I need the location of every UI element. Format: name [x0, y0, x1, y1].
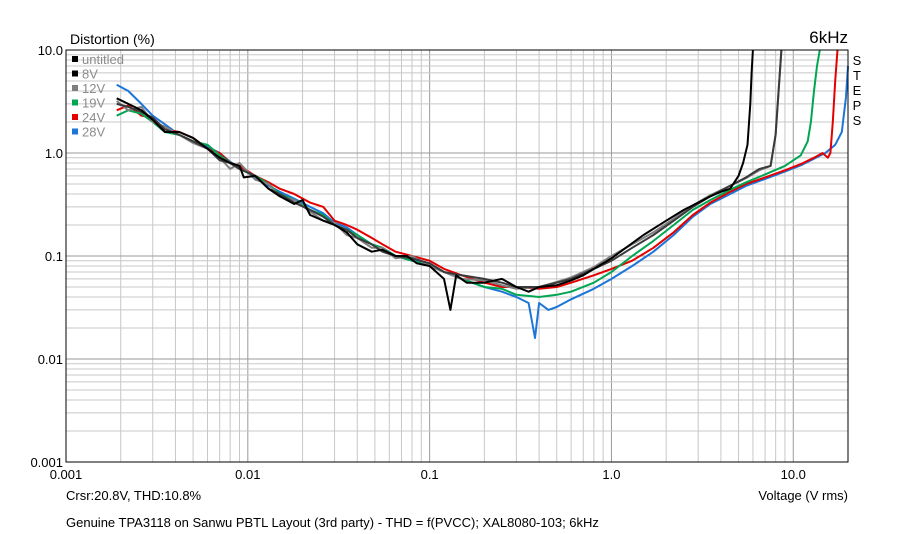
- thd-chart: 0.001 0.01 0.1 1.0 10.0 0.0010.010.11.010.0 …: [30, 28, 862, 530]
- legend-swatch: [72, 128, 78, 135]
- y-tick-label: 0.1: [45, 249, 63, 264]
- y-axis-label: Distortion (%): [70, 31, 155, 47]
- legend-label: 28V: [82, 125, 105, 140]
- chart-caption: Genuine TPA3118 on Sanwu PBTL Layout (3r…: [66, 515, 599, 530]
- x-axis-label: Voltage (V rms): [758, 488, 848, 503]
- legend-label: 24V: [82, 110, 105, 125]
- x-tick-label: 0.1: [421, 467, 439, 482]
- legend-label: untitled: [82, 52, 124, 67]
- steps-letter: S: [853, 53, 862, 68]
- frequency-label: 6kHz: [809, 28, 848, 47]
- legend-swatch: [72, 114, 78, 120]
- y-tick-label: 0.001: [30, 455, 63, 470]
- x-tick-labels: 0.001 0.01 0.1 1.0 10.0: [50, 467, 806, 482]
- steps-letter: T: [853, 68, 861, 83]
- steps-letter: S: [853, 113, 862, 128]
- cursor-readout: Crsr:20.8V, THD:10.8%: [66, 488, 202, 503]
- legend-swatch: [72, 85, 78, 91]
- legend-label: 19V: [82, 96, 105, 111]
- y-tick-label: 10.0: [38, 43, 63, 58]
- legend-swatch: [72, 99, 78, 106]
- legend-swatch: [72, 70, 78, 77]
- legend-label: 12V: [82, 81, 105, 96]
- legend-swatch: [72, 56, 78, 62]
- legend-label: 8V: [82, 67, 98, 82]
- y-tick-label: 0.01: [38, 352, 63, 367]
- y-tick-label: 1.0: [45, 146, 63, 161]
- x-tick-label: 0.01: [235, 467, 260, 482]
- x-tick-label: 1.0: [602, 467, 620, 482]
- steps-letter: E: [853, 83, 862, 98]
- y-tick-labels: 0.001 0.01 0.1 1.0 10.0: [30, 43, 63, 470]
- steps-letter: P: [853, 98, 862, 113]
- x-tick-label: 10.0: [781, 467, 806, 482]
- steps-label: STEPS: [853, 53, 862, 128]
